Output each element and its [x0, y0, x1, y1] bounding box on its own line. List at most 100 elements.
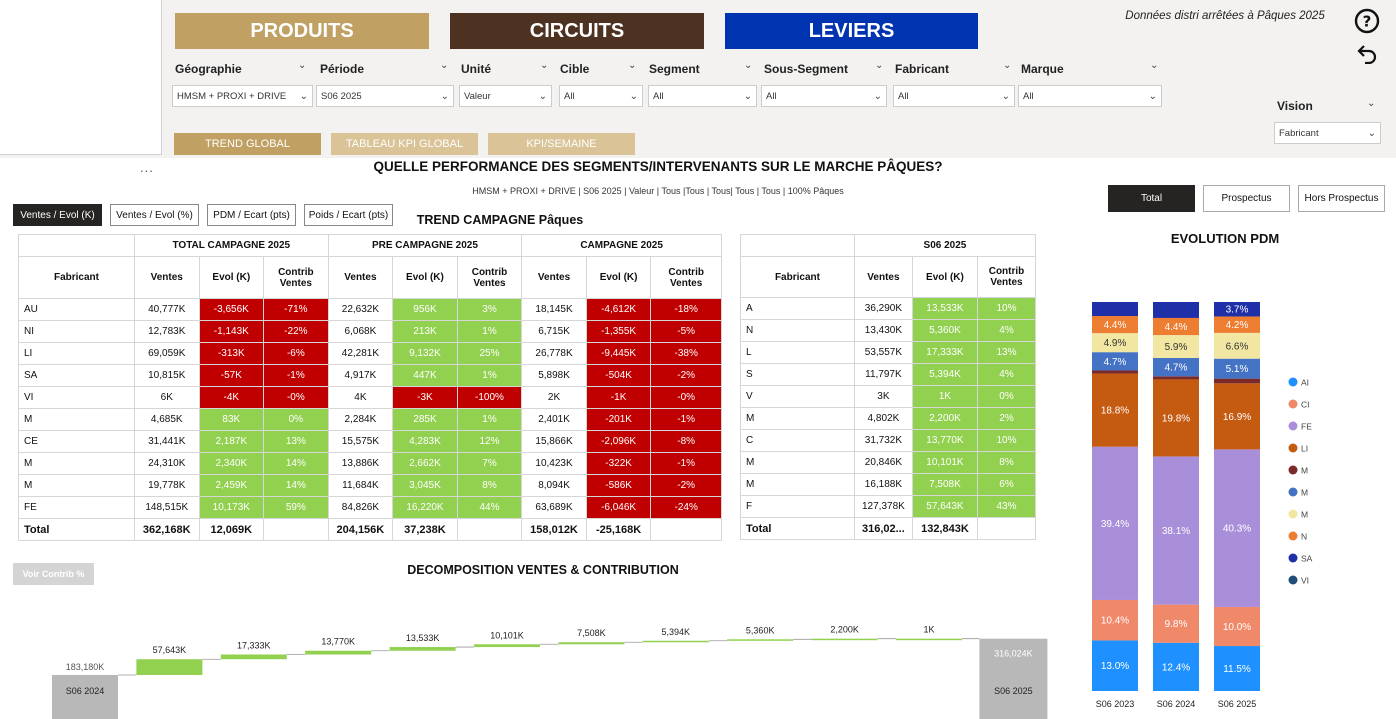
table-row[interactable]: N 13,430K 5,360K 4%: [740, 319, 1037, 342]
nav-produits-button[interactable]: PRODUITS: [175, 13, 429, 49]
filter-select[interactable]: HMSM + PROXI + DRIVE ⌄: [172, 85, 313, 107]
chevron-down-icon[interactable]: ⌄: [744, 60, 752, 71]
value-cell: -1K: [585, 386, 652, 409]
value-cell: 11,797K: [853, 363, 913, 386]
filter-label: Segment: [649, 62, 700, 76]
column-header: Fabricant: [18, 256, 135, 299]
table-row[interactable]: LI 69,059K -313K -6% 42,281K 9,132K 25% 26,778K…: [18, 342, 722, 365]
pdm-segment-label: 10.0%: [1223, 622, 1251, 633]
total-toggle-button[interactable]: Total: [1108, 185, 1195, 212]
value-cell: 11,684K: [327, 474, 394, 497]
pdm-segment[interactable]: [1214, 378, 1260, 384]
table-row[interactable]: M 19,778K 2,459K 14% 11,684K 3,045K 8% 8,094K -5…: [18, 474, 722, 497]
value-cell: -1,355K: [585, 320, 652, 343]
table-row[interactable]: S 11,797K 5,394K 4%: [740, 363, 1037, 386]
vision-select[interactable]: Fabricant ⌄: [1274, 122, 1381, 144]
value-cell: 43%: [976, 495, 1037, 518]
legend-label[interactable]: LI: [1301, 444, 1308, 454]
view-ventes-evol-pct-button[interactable]: Ventes / Evol (%): [110, 204, 199, 226]
tab-kpi-semaine[interactable]: KPI/SEMAINE: [488, 133, 635, 155]
filter-select[interactable]: All ⌄: [761, 85, 887, 107]
legend-label[interactable]: M: [1301, 488, 1308, 498]
value-cell: 1K: [911, 385, 978, 408]
help-icon[interactable]: ?: [1354, 8, 1380, 34]
chevron-down-icon[interactable]: ⌄: [298, 60, 306, 71]
value-cell: -504K: [585, 364, 652, 387]
filter-select[interactable]: All ⌄: [1018, 85, 1162, 107]
table-row[interactable]: AU 40,777K -3,656K -71% 22,632K 956K 3% 18,145K…: [18, 298, 722, 321]
legend-label[interactable]: M: [1301, 466, 1308, 476]
chevron-down-icon[interactable]: ⌄: [1367, 98, 1375, 109]
total-cell: -25,168K: [585, 518, 652, 541]
value-cell: -100%: [456, 386, 523, 409]
legend-marker: [1288, 421, 1298, 431]
table-row[interactable]: CE 31,441K 2,187K 13% 15,575K 4,283K 12% 15,866…: [18, 430, 722, 453]
prospectus-toggle-button[interactable]: Prospectus: [1203, 185, 1290, 212]
chevron-down-icon[interactable]: ⌄: [540, 60, 548, 71]
table-row[interactable]: FE 148,515K 10,173K 59% 84,826K 16,220K 44% 63,…: [18, 496, 722, 519]
legend-label[interactable]: AI: [1301, 378, 1309, 388]
table-row[interactable]: M 24,310K 2,340K 14% 13,886K 2,662K 7% 10,423K -…: [18, 452, 722, 475]
pdm-segment[interactable]: [1092, 370, 1138, 374]
waterfall-chart: 183,180K S06 2024 57,643K 17,333K 13,770K 13,…: [52, 625, 1048, 719]
table-row[interactable]: A 36,290K 13,533K 10%: [740, 297, 1037, 320]
pdm-segment[interactable]: [1153, 376, 1199, 380]
table-row[interactable]: M 4,685K 83K 0% 2,284K 285K 1% 2,401K -201K -1%: [18, 408, 722, 431]
table-row[interactable]: M 20,846K 10,101K 8%: [740, 451, 1037, 474]
filter-select[interactable]: All ⌄: [893, 85, 1015, 107]
table-row[interactable]: C 31,732K 13,770K 10%: [740, 429, 1037, 452]
value-cell: 9,132K: [392, 342, 458, 365]
group-header: PRE CAMPAGNE 2025: [327, 234, 523, 257]
filter-select[interactable]: All ⌄: [559, 85, 643, 107]
chevron-down-icon[interactable]: ⌄: [1150, 60, 1158, 71]
pdm-segment[interactable]: [1153, 302, 1199, 318]
fabricant-cell: N: [740, 319, 855, 342]
table-row[interactable]: M 4,802K 2,200K 2%: [740, 407, 1037, 430]
column-header: Ventes: [521, 256, 587, 299]
view-poids-ecart-button[interactable]: Poids / Ecart (pts): [304, 204, 393, 226]
table-row[interactable]: L 53,557K 17,333K 13%: [740, 341, 1037, 364]
table-row[interactable]: VI 6K -4K -0% 4K -3K -100% 2K -1K -0%: [18, 386, 722, 409]
table-row[interactable]: F 127,378K 57,643K 43%: [740, 495, 1037, 518]
legend-label[interactable]: FE: [1301, 422, 1312, 432]
legend-label[interactable]: SA: [1301, 554, 1313, 564]
chevron-down-icon[interactable]: ⌄: [440, 60, 448, 71]
nav-circuits-button[interactable]: CIRCUITS: [450, 13, 704, 49]
pdm-segment-label: 39.4%: [1101, 519, 1129, 530]
legend-marker: [1288, 399, 1298, 409]
value-cell: -24%: [650, 496, 722, 519]
chevron-down-icon[interactable]: ⌄: [1003, 60, 1011, 71]
view-ventes-evol-k-button[interactable]: Ventes / Evol (K): [13, 204, 102, 226]
filter-select[interactable]: Valeur ⌄: [459, 85, 552, 107]
legend-label[interactable]: VI: [1301, 576, 1309, 586]
fabricant-cell: CE: [18, 430, 135, 453]
column-header: Ventes: [133, 256, 200, 299]
nav-leviers-button[interactable]: LEVIERS: [725, 13, 978, 49]
value-cell: 10%: [976, 429, 1037, 452]
pdm-segment[interactable]: [1092, 302, 1138, 317]
value-cell: 5,394K: [911, 363, 978, 386]
filter-value: S06 2025: [321, 90, 362, 102]
hors-prospectus-toggle-button[interactable]: Hors Prospectus: [1298, 185, 1385, 212]
column-header: Contrib Ventes: [976, 256, 1037, 298]
back-arrow-icon[interactable]: [1356, 42, 1378, 65]
filter-select[interactable]: All ⌄: [648, 85, 757, 107]
value-cell: 1%: [456, 320, 523, 343]
chevron-down-icon[interactable]: ⌄: [875, 60, 883, 71]
table-row[interactable]: M 16,188K 7,508K 6%: [740, 473, 1037, 496]
table-row[interactable]: SA 10,815K -57K -1% 4,917K 447K 1% 5,898K -504K -…: [18, 364, 722, 387]
more-options-icon[interactable]: ...: [140, 160, 154, 175]
view-pdm-ecart-button[interactable]: PDM / Ecart (pts): [207, 204, 296, 226]
table-row[interactable]: V 3K 1K 0%: [740, 385, 1037, 408]
legend-label[interactable]: N: [1301, 532, 1307, 542]
tab-tableau-kpi-global[interactable]: TABLEAU KPI GLOBAL: [331, 133, 478, 155]
tab-trend-global[interactable]: TREND GLOBAL: [174, 133, 321, 155]
chevron-down-icon[interactable]: ⌄: [628, 60, 636, 71]
legend-label[interactable]: CI: [1301, 400, 1310, 410]
filter-label: Fabricant: [895, 62, 950, 76]
value-cell: 0%: [976, 385, 1037, 408]
legend-label[interactable]: M: [1301, 510, 1308, 520]
value-cell: -2,096K: [585, 430, 652, 453]
filter-select[interactable]: S06 2025 ⌄: [316, 85, 454, 107]
table-row[interactable]: NI 12,783K -1,143K -22% 6,068K 213K 1% 6,715K -1…: [18, 320, 722, 343]
